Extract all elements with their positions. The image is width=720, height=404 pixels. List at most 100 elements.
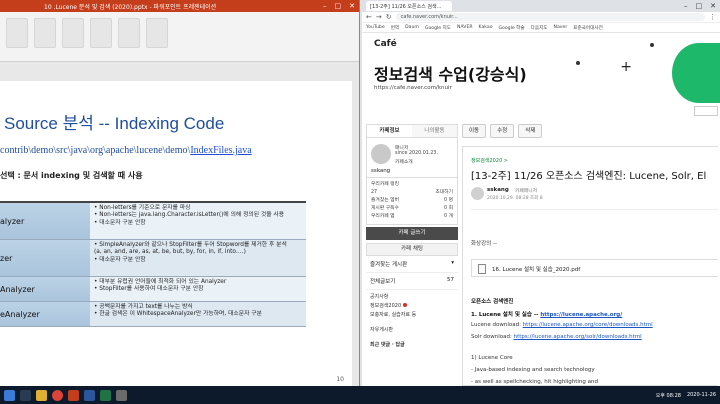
stat-row: 우리카페 앱 0 개 xyxy=(371,213,453,221)
source-path-prefix: contrib\demo\src\java\org\apache\lucene\… xyxy=(0,145,191,156)
board-item[interactable]: 정보검색2020 xyxy=(370,302,454,311)
post-author[interactable]: sskang xyxy=(487,187,509,193)
clock-time: 오후 08:28 xyxy=(655,392,681,399)
solr-download-line: Solr download: https://lucene.apache.org… xyxy=(471,334,642,340)
powerpoint-icon[interactable] xyxy=(68,389,79,401)
stat-row: 게시판 구독수 0 회 xyxy=(371,205,453,213)
maximize-icon[interactable]: □ xyxy=(696,2,703,10)
ribbon-button[interactable] xyxy=(90,18,112,48)
ppt-window-title: 10 .Lucene 분석 및 검색 (2020).pptx - 파워포인트 프… xyxy=(44,3,217,11)
bookmark[interactable]: 다음지도 xyxy=(531,25,548,31)
maximize-icon[interactable]: □ xyxy=(335,2,342,10)
bookmark[interactable]: Naver xyxy=(554,25,568,30)
manager-label: 매니저 xyxy=(395,146,409,151)
manager-name[interactable]: sskang xyxy=(371,168,390,174)
post-title: [13-2주] 11/26 오픈소스 검색엔진: Lucene, Solr, E… xyxy=(471,171,707,182)
ribbon-button[interactable] xyxy=(6,18,28,48)
favorites-board-header[interactable]: 즐겨찾는 게시판 ▾ xyxy=(366,256,458,273)
bookmark[interactable]: 번역 xyxy=(391,25,399,31)
bookmark[interactable]: NAVER xyxy=(457,25,473,30)
post-date: 2020.10.29. 08:28 조회 8 xyxy=(487,196,543,201)
bookmark[interactable]: Kakao xyxy=(479,25,493,30)
post-category[interactable]: 정보검색2020 > xyxy=(471,157,508,164)
minimize-icon[interactable]: – xyxy=(323,2,327,10)
ppt-ribbon xyxy=(0,12,359,62)
plus-icon: + xyxy=(620,59,632,75)
analyzer-name: eAnalyzer xyxy=(0,302,90,326)
write-post-button[interactable]: 카페 글쓰기 xyxy=(366,227,458,240)
source-path-link[interactable]: IndexFiles.java xyxy=(190,145,251,156)
stat-label: 27 xyxy=(371,190,378,195)
stat-label: 우리카페 랭킹 xyxy=(371,182,400,187)
core-line: - as well as spellchecking, hit highligh… xyxy=(471,379,598,385)
since-text: since 2020.01.23. xyxy=(395,151,438,156)
ribbon-button[interactable] xyxy=(118,18,140,48)
bookmark[interactable]: Daum xyxy=(405,25,419,30)
bookmark[interactable]: Google 학술 xyxy=(499,25,525,31)
cafe-intro-link[interactable]: 카페소개 xyxy=(395,158,413,165)
all-posts-link[interactable]: 전체글보기 57 xyxy=(366,273,458,290)
powerpoint-window: 10 .Lucene 분석 및 검색 (2020).pptx - 파워포인트 프… xyxy=(0,0,360,386)
board-item[interactable]: 공지사항 xyxy=(370,293,454,302)
all-posts-count: 57 xyxy=(447,277,454,283)
avatar[interactable] xyxy=(371,144,391,164)
menu-icon[interactable]: ⋮ xyxy=(709,13,716,21)
excel-icon[interactable] xyxy=(100,389,111,401)
sidebar-tabs: 카페정보 나의활동 xyxy=(366,124,458,138)
edit-button[interactable]: 수정 xyxy=(490,124,515,138)
tab-my-activity[interactable]: 나의활동 xyxy=(412,125,457,137)
word-icon[interactable] xyxy=(84,389,95,401)
browser-tab[interactable]: [13-2주] 11/26 오픈소스 검색... xyxy=(366,1,452,11)
cafe-title[interactable]: 정보검색 수업(강승식) xyxy=(374,61,527,85)
board-item[interactable]: 보충자료, 실습자료 등 xyxy=(370,311,454,320)
search-input[interactable] xyxy=(694,106,718,116)
ribbon-button[interactable] xyxy=(62,18,84,48)
close-icon[interactable]: ✕ xyxy=(349,2,355,10)
stat-value: 0 회 xyxy=(444,206,453,211)
forward-icon[interactable]: → xyxy=(376,13,382,21)
author-avatar[interactable] xyxy=(471,187,484,200)
chevron-down-icon[interactable]: ▾ xyxy=(451,260,454,268)
tab-cafe-info[interactable]: 카페정보 xyxy=(367,125,412,137)
file-explorer-icon[interactable] xyxy=(36,389,47,401)
chrome-icon[interactable] xyxy=(52,389,63,401)
install-line: 1. Lucene 설치 및 실습 -- https://lucene.apac… xyxy=(471,312,623,318)
address-bar[interactable]: cafe.naver.com/knuir... xyxy=(395,13,705,21)
recent-comments-label: 최근 댓글 · 답글 xyxy=(370,342,405,348)
slide-canvas: Source 분석 -- Indexing Code contrib\demo\… xyxy=(0,62,359,386)
core-line: - Java-based indexing and search technol… xyxy=(471,367,595,373)
ribbon-button[interactable] xyxy=(146,18,168,48)
ribbon-button[interactable] xyxy=(34,18,56,48)
minimize-icon[interactable]: – xyxy=(684,2,688,10)
stat-value: 0 개 xyxy=(444,214,453,219)
bookmark[interactable]: YouTube xyxy=(366,25,385,30)
section-heading: 오픈소스 검색엔진 xyxy=(471,299,514,305)
bookmarks-bar: YouTube 번역 Daum Google 지도 NAVER Kakao Go… xyxy=(362,23,720,33)
divider xyxy=(471,209,718,210)
board-list: 공지사항 정보검색2020 보충자료, 실습자료 등 자유게시판 최근 댓글 ·… xyxy=(366,290,458,353)
app-icon[interactable] xyxy=(116,389,127,401)
cafe-url[interactable]: https://cafe.naver.com/knuir xyxy=(374,85,452,91)
delete-button[interactable]: 삭제 xyxy=(518,124,543,138)
analyzer-desc: • Non-letters를 기준으로 문자를 파싱 • Non-letters… xyxy=(90,203,306,239)
move-button[interactable]: 이동 xyxy=(462,124,487,138)
cafe-chat-button[interactable]: 카페 채팅 xyxy=(366,243,458,256)
reload-icon[interactable]: ↻ xyxy=(386,13,392,21)
close-icon[interactable]: ✕ xyxy=(710,2,716,10)
solr-download-link[interactable]: https://lucene.apache.org/solr/downloads… xyxy=(514,334,642,340)
core-label: 1) Lucene Core xyxy=(471,355,513,361)
cafe-brand-logo[interactable]: Café xyxy=(374,39,397,49)
desc-line: • 대소문자 구분 안함 xyxy=(94,219,146,226)
attached-file[interactable]: 16. Lucene 설치 및 실습_2020.pdf xyxy=(471,259,718,277)
search-icon[interactable] xyxy=(20,389,31,401)
bookmark[interactable]: Google 지도 xyxy=(425,25,451,31)
invite-link[interactable]: 초대하기 xyxy=(435,189,453,197)
board-item[interactable]: 자유게시판 xyxy=(370,326,454,335)
back-icon[interactable]: ← xyxy=(366,13,372,21)
stat-label: 즐겨찾는 멤버 xyxy=(371,198,400,203)
bookmark[interactable]: 표준국어대사전 xyxy=(573,25,603,31)
lucene-download-link[interactable]: https://lucene.apache.org/core/downloads… xyxy=(523,322,653,328)
lucene-home-link[interactable]: https://lucene.apache.org/ xyxy=(540,312,622,318)
file-name[interactable]: 16. Lucene 설치 및 실습_2020.pdf xyxy=(492,265,580,273)
start-icon[interactable] xyxy=(4,389,15,401)
